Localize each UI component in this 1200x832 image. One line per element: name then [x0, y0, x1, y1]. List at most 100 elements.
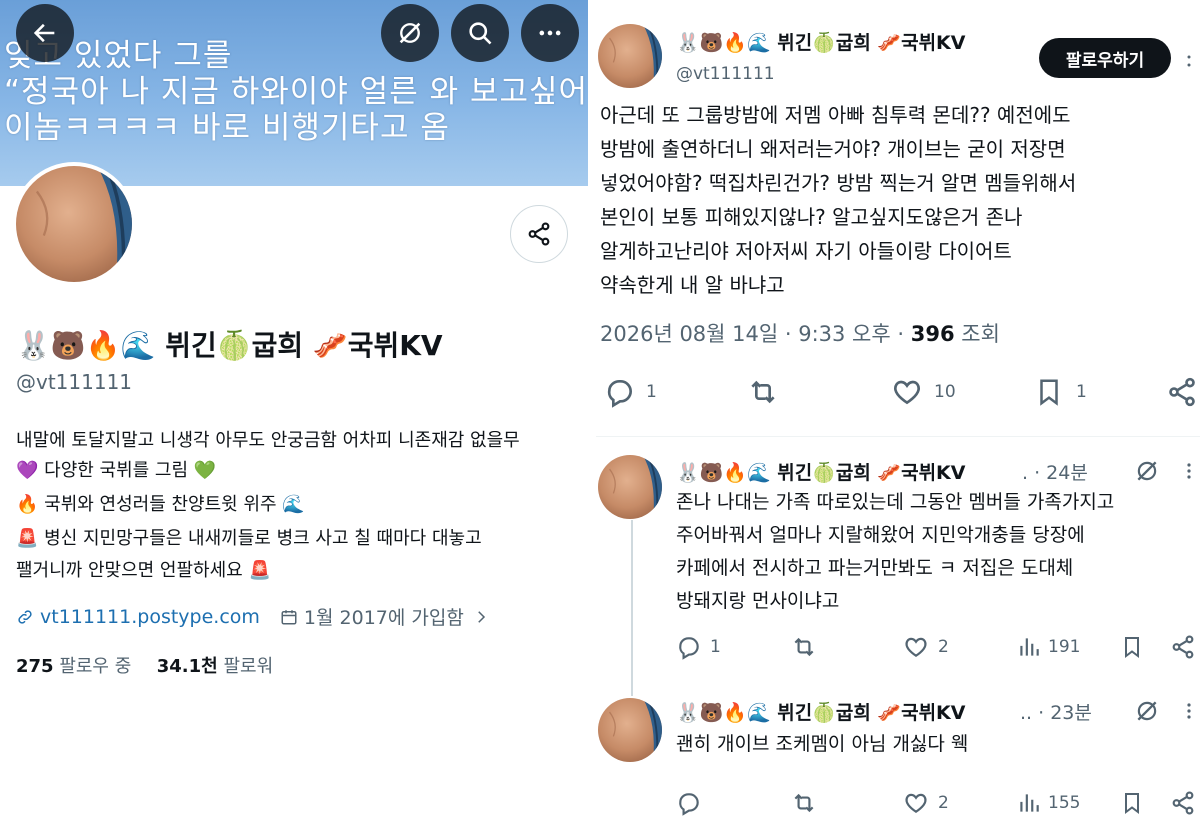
- profile-website-link[interactable]: vt111111.postype.com: [16, 606, 260, 628]
- tweet-text-line: 알게하고난리야 저아저씨 자기 아들이랑 다이어트: [600, 239, 1012, 263]
- more-icon: [539, 30, 561, 36]
- share-button[interactable]: [1170, 634, 1196, 660]
- retweet-icon: [794, 637, 814, 657]
- following-stat[interactable]: 275 팔로우 중: [16, 656, 131, 677]
- grok-icon[interactable]: [1134, 458, 1160, 484]
- reply-button[interactable]: 1: [604, 376, 657, 408]
- like-button[interactable]: 10: [890, 376, 956, 408]
- followers-stat[interactable]: 34.1천 팔로워: [157, 656, 273, 677]
- more-icon[interactable]: [1184, 702, 1194, 720]
- reply-author-avatar[interactable]: [598, 455, 662, 519]
- share-button[interactable]: [1166, 376, 1198, 408]
- tweet-text-line: 넣었어야함? 떡집차린건가? 방밤 찍는거 알면 멤들위해서: [600, 171, 1077, 195]
- retweet-button[interactable]: [746, 376, 790, 408]
- retweet-button[interactable]: [790, 790, 818, 816]
- more-icon[interactable]: [1184, 462, 1194, 480]
- more-button[interactable]: [521, 4, 579, 62]
- retweet-button[interactable]: [790, 634, 818, 660]
- views-button[interactable]: 191: [1016, 634, 1080, 660]
- reply-icon: [679, 637, 699, 660]
- followers-count: 34.1천: [156, 656, 218, 677]
- tweet-view-count: 396: [910, 322, 955, 346]
- view-count: 155: [1048, 793, 1081, 813]
- like-icon: [905, 637, 927, 657]
- grok-button[interactable]: [381, 4, 439, 62]
- reply-author-avatar[interactable]: [598, 698, 662, 762]
- calendar-icon: [281, 609, 297, 624]
- bio-line: 팰거니까 안맞으면 언팔하세요 🚨: [16, 560, 271, 581]
- bio-line: 🚨 병신 지민망구들은 내새끼들로 병크 사고 칠 때마다 대놓고: [16, 528, 482, 549]
- tweet-text-line: 아근데 또 그룹방밤에 저멤 아빠 침투력 몬데?? 예전에도: [600, 103, 1071, 127]
- reply-button[interactable]: 1: [676, 634, 721, 660]
- reply-time[interactable]: . · 24분: [1022, 458, 1088, 485]
- like-button[interactable]: 2: [902, 634, 949, 660]
- retweet-icon: [751, 380, 775, 404]
- share-icon: [1172, 635, 1194, 659]
- views-icon: [1020, 638, 1039, 656]
- profile-handle: @vt111111: [16, 370, 133, 394]
- profile-website-text[interactable]: vt111111.postype.com: [40, 606, 260, 628]
- more-icon[interactable]: [1182, 54, 1196, 68]
- views-icon: [1020, 794, 1039, 812]
- grok-icon[interactable]: [1134, 698, 1160, 724]
- tweet-text-line: 방밤에 출연하더니 왜저러는거야? 개이브는 굳이 저장면: [600, 137, 1066, 161]
- reply-author-name[interactable]: 🐰🐻🔥🌊 뷔긴🍈굽희 🥓국뷔KV: [676, 458, 965, 485]
- share-button[interactable]: [1170, 790, 1196, 816]
- reply-text-line: 방돼지랑 먼사이냐고: [676, 590, 840, 612]
- grok-icon: [399, 22, 421, 44]
- tweet-text-line: 약속한게 내 알 바냐고: [600, 273, 785, 297]
- bio-line: 🔥 국뷔와 연성러들 찬양트윗 위주 🌊: [16, 494, 305, 515]
- reply-text-line: 주어바꿔서 얼마나 지랄해왔어 지민악개충들 당장에: [676, 524, 1085, 546]
- view-count: 191: [1048, 637, 1081, 657]
- followers-label: 팔로워: [223, 656, 274, 677]
- tweet-thread-panel: 🐰🐻🔥🌊 뷔긴🍈굽희 🥓국뷔KV @vt111111 팔로우하기 아근데 또 그…: [596, 0, 1200, 832]
- banner-text-line: 이놈ㅋㅋㅋㅋ 바로 비행기타고 옴: [4, 110, 450, 146]
- like-count: 10: [934, 382, 956, 402]
- tweet-author-handle[interactable]: @vt111111: [676, 64, 775, 84]
- back-arrow-icon: [33, 23, 55, 43]
- reply-button[interactable]: [676, 790, 710, 816]
- back-button[interactable]: [16, 4, 74, 62]
- following-label: 팔로우 중: [59, 656, 132, 677]
- chevron-right-icon: [478, 610, 485, 623]
- reply-author-name[interactable]: 🐰🐻🔥🌊 뷔긴🍈굽희 🥓국뷔KV: [676, 698, 965, 725]
- reply-time[interactable]: .. · 23분: [1020, 698, 1092, 725]
- divider: [596, 436, 1200, 437]
- follow-button[interactable]: 팔로우하기: [1039, 38, 1171, 78]
- reply-count: 1: [646, 382, 657, 402]
- share-icon: [1172, 791, 1194, 815]
- like-count: 2: [938, 793, 949, 813]
- search-button[interactable]: [451, 4, 509, 62]
- like-icon: [905, 793, 927, 813]
- following-count: 275: [16, 656, 54, 677]
- tweet-author-name[interactable]: 🐰🐻🔥🌊 뷔긴🍈굽희 🥓국뷔KV: [676, 28, 965, 55]
- reply-text-line: 카페에서 전시하고 파는거만봐도 ㅋ 저집은 도대체: [676, 557, 1074, 579]
- retweet-icon: [794, 793, 814, 813]
- search-icon: [469, 22, 492, 45]
- profile-banner: 잊고 있었다 그를 “정국아 나 지금 하와이야 얼른 와 보고싶어” 이놈ㅋㅋ…: [0, 0, 588, 186]
- reply-icon: [607, 380, 633, 408]
- share-profile-button[interactable]: [510, 205, 568, 263]
- bookmark-button[interactable]: 1: [1034, 376, 1087, 408]
- profile-avatar[interactable]: [12, 162, 136, 286]
- like-button[interactable]: 2: [902, 790, 949, 816]
- tweet-view-label: 조회: [961, 322, 1000, 346]
- joined-date[interactable]: 1월 2017에 가입함: [280, 603, 490, 630]
- reply-count: 1: [710, 637, 721, 657]
- bookmark-count: 1: [1076, 382, 1087, 402]
- tweet-date[interactable]: 2026년 08월 14일 · 9:33 오후 ·: [600, 322, 911, 346]
- tweet-author-avatar[interactable]: [598, 24, 662, 88]
- thread-line: [631, 520, 633, 696]
- like-count: 2: [938, 637, 949, 657]
- like-icon: [894, 380, 920, 405]
- reply-text-line: 존나 나대는 가족 따로있는데 그동안 멤버들 가족가지고: [676, 491, 1115, 513]
- profile-display-name: 🐰🐻🔥🌊 뷔긴🍈굽희 🥓국뷔KV: [16, 329, 443, 362]
- link-icon: [18, 609, 32, 624]
- bookmark-button[interactable]: [1120, 790, 1144, 816]
- joined-date-text: 1월 2017에 가입함: [303, 607, 464, 629]
- reply-icon: [679, 793, 699, 816]
- views-button[interactable]: 155: [1016, 790, 1080, 816]
- bookmark-button[interactable]: [1120, 634, 1144, 660]
- share-icon: [1169, 377, 1195, 407]
- bookmark-icon: [1125, 793, 1139, 814]
